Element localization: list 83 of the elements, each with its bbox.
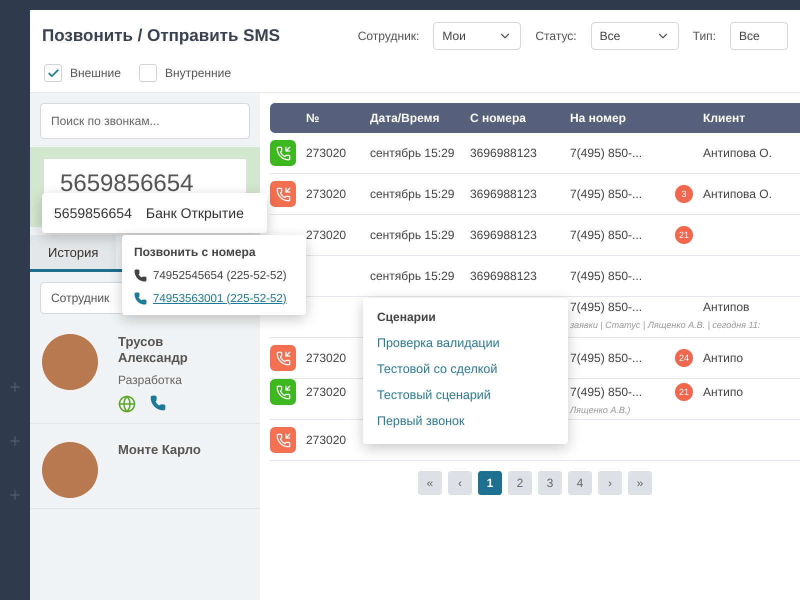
page-button[interactable]: 4 bbox=[568, 471, 592, 495]
checkbox[interactable] bbox=[138, 64, 157, 82]
plus-icon[interactable] bbox=[8, 488, 22, 502]
contact-name[interactable]: Монте Карло bbox=[118, 442, 218, 458]
table-cell-text: Антипов bbox=[703, 300, 750, 314]
page-title: Позвонить / Отправить SMS bbox=[42, 26, 280, 46]
scenario-link[interactable]: Первый звонок bbox=[377, 414, 554, 428]
checkbox-label: Внутренние bbox=[164, 66, 232, 80]
table-cell-text: Антипо bbox=[703, 351, 744, 365]
count-badge: 21 bbox=[675, 383, 693, 401]
globe-icon[interactable] bbox=[118, 395, 136, 414]
search-field[interactable]: Поиск по звонкам... bbox=[40, 103, 250, 139]
column-header: Дата/Время bbox=[370, 111, 440, 125]
filter-select[interactable]: Все bbox=[730, 22, 788, 50]
table-cell-text: сентябрь 15:29 bbox=[370, 187, 456, 201]
scenario-link[interactable]: Тестовый сценарий bbox=[377, 388, 554, 402]
page-button[interactable]: ‹ bbox=[448, 471, 472, 495]
phone-number-link[interactable]: 74953563001 (225-52-52) bbox=[134, 292, 294, 305]
table-cell-text: сентябрь 15:29 bbox=[370, 269, 456, 283]
table-cell-text: 7(495) 850-... bbox=[570, 385, 644, 399]
table-cell-text: сентябрь 15:29 bbox=[370, 228, 456, 242]
check-icon bbox=[46, 66, 60, 80]
table-cell-text: 273020 bbox=[306, 146, 348, 160]
filter-select[interactable]: Все bbox=[590, 22, 679, 50]
phone-icon[interactable] bbox=[150, 395, 166, 412]
filter-select[interactable]: Мои bbox=[433, 22, 522, 50]
table-cell-text: 7(495) 850-... bbox=[570, 351, 644, 365]
column-header: С номера bbox=[470, 111, 527, 125]
page-button[interactable]: « bbox=[418, 471, 442, 495]
call-icon bbox=[270, 345, 296, 371]
page-button[interactable]: 3 bbox=[538, 471, 562, 495]
table-cell-text: сентябрь 15:29 bbox=[370, 146, 456, 160]
contact-department: Разработка bbox=[118, 373, 183, 388]
table-cell-text: 3696988123 bbox=[470, 228, 538, 242]
column-header: № bbox=[306, 111, 320, 125]
table-cell-text: Антипова О. bbox=[703, 187, 773, 201]
table-cell-text: 7(495) 850-... bbox=[570, 187, 644, 201]
call-icon bbox=[270, 181, 296, 207]
suggestion-menu[interactable]: 5659856654 Банк Открытие bbox=[42, 193, 267, 233]
row-note: Лященко А.В.) bbox=[570, 405, 632, 417]
popup-title: Позвонить с номера bbox=[134, 245, 257, 259]
column-header: На номер bbox=[570, 111, 627, 125]
plus-icon[interactable] bbox=[8, 434, 22, 448]
table-cell-text: 7(495) 850-... bbox=[570, 300, 644, 314]
table-cell-text: 3696988123 bbox=[470, 146, 538, 160]
table-cell-text: 273020 bbox=[306, 385, 348, 399]
filter-label: Статус: bbox=[535, 29, 577, 43]
table-cell-text: Антипова О. bbox=[703, 146, 773, 160]
table-cell-text: 7(495) 850-... bbox=[570, 269, 644, 283]
count-badge: 3 bbox=[675, 185, 693, 203]
phone-icon bbox=[134, 292, 147, 305]
filter-label: Сотрудник: bbox=[358, 29, 420, 43]
row-note: заявки | Статус | Лященко А.В. | сегодня 11: bbox=[570, 320, 762, 332]
checkbox[interactable] bbox=[44, 64, 62, 82]
phone-icon bbox=[134, 269, 147, 282]
table-cell-text: Антипо bbox=[703, 385, 744, 399]
page-button[interactable]: › bbox=[598, 471, 622, 495]
popup-title: Сценарии bbox=[377, 310, 437, 324]
call-icon bbox=[270, 379, 296, 405]
count-badge: 21 bbox=[675, 226, 693, 244]
contact-name[interactable]: Трусов Александр bbox=[118, 334, 218, 366]
table-cell-text: 273020 bbox=[306, 433, 348, 447]
scenario-link[interactable]: Проверка валидации bbox=[377, 336, 554, 350]
column-header: Клиент bbox=[703, 111, 746, 125]
table-cell-text: 3696988123 bbox=[470, 187, 538, 201]
table-cell-text: 3696988123 bbox=[470, 269, 538, 283]
call-icon bbox=[270, 140, 296, 166]
table-cell-text: 273020 bbox=[306, 228, 348, 242]
count-badge: 24 bbox=[675, 349, 693, 367]
table-cell-text: 7(495) 850-... bbox=[570, 146, 644, 160]
page-button[interactable]: » bbox=[628, 471, 652, 495]
table-cell-text: 7(495) 850-... bbox=[570, 228, 644, 242]
call-icon bbox=[270, 427, 296, 453]
plus-icon[interactable] bbox=[8, 380, 22, 394]
checkbox-label: Внешние bbox=[70, 66, 121, 80]
scenario-link[interactable]: Тестовой со сделкой bbox=[377, 362, 554, 376]
table-cell-text: 273020 bbox=[306, 351, 348, 365]
tab[interactable]: История bbox=[30, 235, 116, 269]
table-cell-text: 273020 bbox=[306, 187, 348, 201]
page-button[interactable]: 1 bbox=[478, 471, 502, 495]
page-button[interactable]: 2 bbox=[508, 471, 532, 495]
filter-label: Тип: bbox=[692, 29, 716, 43]
phone-number-link[interactable]: 74952545654 (225-52-52) bbox=[134, 269, 294, 282]
